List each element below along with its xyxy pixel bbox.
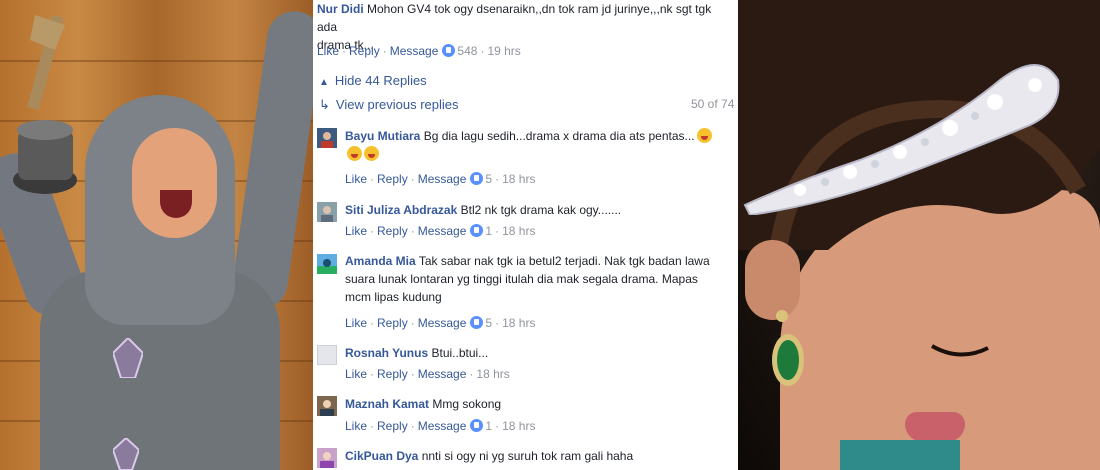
laughing-emoji-icon (364, 146, 379, 161)
timestamp[interactable]: 19 hrs (487, 44, 520, 58)
comment-body: Mohon GV4 tok ogy dsenaraikn,,dn tok ram… (317, 2, 712, 34)
reply-link[interactable]: Reply (377, 367, 408, 381)
reaction-count[interactable]: 548 (457, 44, 477, 58)
comment-author[interactable]: CikPuan Dya (345, 449, 418, 463)
like-link[interactable]: Like (345, 419, 367, 433)
like-icon (470, 316, 484, 329)
message-link[interactable]: Message (390, 44, 439, 58)
comment-author[interactable]: Siti Juliza Abdrazak (345, 203, 457, 217)
comment-actions: Like · Reply · Message 5 · 18 hrs (345, 316, 536, 330)
like-link[interactable]: Like (345, 224, 367, 238)
comment-body: Btui..btui... (431, 346, 489, 360)
trophy-icon (13, 14, 77, 194)
comment-body: nnti si ogy ni yg suruh tok ram gali hah… (421, 449, 634, 463)
brooch-icon (113, 438, 139, 470)
avatar[interactable] (317, 448, 337, 468)
avatar[interactable] (317, 254, 337, 274)
reply-link[interactable]: Reply (349, 44, 380, 58)
avatar[interactable] (317, 128, 337, 148)
avatar[interactable] (317, 396, 337, 416)
laughing-emoji-icon (696, 128, 712, 143)
view-previous-replies-link[interactable]: ↳ View previous replies (319, 97, 459, 113)
message-link[interactable]: Message (418, 367, 467, 381)
comment-body-continued: suara lunak lontaran yg tinggi itulah di… (345, 272, 698, 286)
reaction-count[interactable]: 5 (485, 316, 492, 330)
reply-text: Siti Juliza Abdrazak Btl2 nk tgk drama k… (345, 201, 735, 219)
comment-author[interactable]: Bayu Mutiara (345, 129, 420, 143)
comment-author[interactable]: Nur Didi (317, 2, 364, 16)
comment-actions: Like · Reply · Message 5 · 18 hrs (345, 172, 536, 186)
reply-link[interactable]: Reply (377, 419, 408, 433)
hide-replies-link[interactable]: ▲ Hide 44 Replies (319, 73, 427, 88)
comments-panel: Nur Didi Mohon GV4 tok ogy dsenaraikn,,d… (313, 0, 738, 470)
comment-author[interactable]: Amanda Mia (345, 254, 416, 268)
like-link[interactable]: Like (345, 316, 367, 330)
message-link[interactable]: Message (418, 224, 467, 238)
reply-text: CikPuan Dya nnti si ogy ni yg suruh tok … (345, 447, 735, 465)
reaction-count[interactable]: 5 (485, 172, 492, 186)
avatar[interactable] (317, 202, 337, 222)
reply-link[interactable]: Reply (377, 224, 408, 238)
replies-counter: 50 of 74 (691, 97, 735, 111)
lips (905, 412, 965, 442)
reply-link[interactable]: Reply (377, 316, 408, 330)
brooch-icon (113, 338, 143, 378)
avatar-placeholder[interactable] (317, 345, 337, 365)
like-link[interactable]: Like (317, 44, 339, 58)
comment-body: Bg dia lagu sedih...drama x drama dia at… (423, 129, 695, 143)
raised-arm-right (229, 7, 313, 313)
like-icon (470, 224, 484, 237)
like-link[interactable]: Like (345, 172, 367, 186)
timestamp[interactable]: 18 hrs (502, 419, 535, 433)
message-link[interactable]: Message (418, 172, 467, 186)
timestamp[interactable]: 18 hrs (502, 172, 535, 186)
timestamp[interactable]: 18 hrs (476, 367, 509, 381)
reply-link[interactable]: Reply (377, 172, 408, 186)
comment-actions: Like · Reply · Message 548 · 19 hrs (317, 44, 521, 58)
smiling-face (132, 128, 217, 238)
reply-text: Bayu Mutiara Bg dia lagu sedih...drama x… (345, 127, 735, 163)
like-icon (470, 172, 484, 185)
laughing-emoji-icon (347, 146, 362, 161)
like-link[interactable]: Like (345, 367, 367, 381)
comment-actions: Like · Reply · Message 1 · 18 hrs (345, 419, 536, 433)
timestamp[interactable]: 18 hrs (502, 316, 535, 330)
teal-shirt (840, 440, 960, 470)
comment-actions: Like · Reply · Message 1 · 18 hrs (345, 224, 536, 238)
emerald-earring-icon (772, 310, 804, 386)
reaction-count[interactable]: 1 (485, 224, 492, 238)
like-icon (470, 419, 484, 432)
left-photo-winner-with-trophy (0, 0, 313, 470)
comment-author[interactable]: Rosnah Yunus (345, 346, 428, 360)
message-link[interactable]: Message (418, 316, 467, 330)
comment-body-continued: mcm lipas kudung (345, 290, 442, 304)
reply-text: Amanda Mia Tak sabar nak tgk ia betul2 t… (345, 252, 735, 306)
reply-arrow-icon: ↳ (319, 97, 330, 112)
message-link[interactable]: Message (418, 419, 467, 433)
like-icon (442, 44, 456, 57)
timestamp[interactable]: 18 hrs (502, 224, 535, 238)
reply-text: Rosnah Yunus Btui..btui... (345, 344, 735, 362)
reaction-count[interactable]: 1 (485, 419, 492, 433)
comment-body: Tak sabar nak tgk ia betul2 terjadi. Nak… (418, 254, 710, 268)
closed-eye (931, 344, 989, 357)
comment-body: Btl2 nk tgk drama kak ogy....... (460, 203, 622, 217)
comment-author[interactable]: Maznah Kamat (345, 397, 429, 411)
comment-actions: Like · Reply · Message · 18 hrs (345, 367, 510, 381)
comment-body: Mmg sokong (432, 397, 502, 411)
chevron-up-icon: ▲ (319, 77, 329, 88)
jeweled-headband-icon (743, 64, 1060, 215)
reply-text: Maznah Kamat Mmg sokong (345, 395, 735, 413)
